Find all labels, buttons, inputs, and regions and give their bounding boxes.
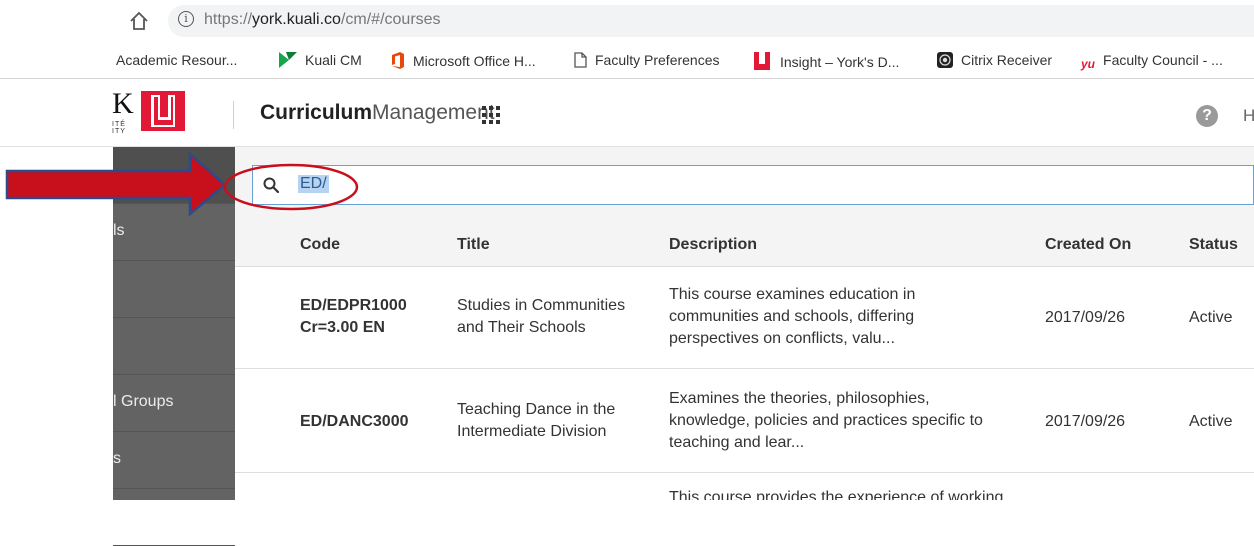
url-text[interactable]: https://york.kuali.co/cm/#/courses bbox=[204, 11, 441, 29]
bookmark-citrix[interactable]: Citrix Receiver bbox=[937, 52, 1052, 68]
bookmark-label: Academic Resour... bbox=[116, 52, 238, 68]
york-logo-small-text: ITÉ ITY bbox=[112, 121, 126, 135]
course-status: Active bbox=[1189, 309, 1233, 326]
york-logo-icon[interactable] bbox=[141, 91, 185, 131]
bookmark-label: Insight – York's D... bbox=[780, 54, 900, 70]
bookmark-label: Citrix Receiver bbox=[961, 52, 1053, 68]
table-row[interactable]: This course provides the experience of w… bbox=[235, 473, 1254, 500]
header-divider bbox=[233, 101, 234, 129]
sidebar-item-3[interactable] bbox=[113, 261, 235, 318]
column-header-title[interactable]: Title bbox=[457, 236, 490, 254]
help-label[interactable]: H bbox=[1243, 106, 1254, 126]
kuali-icon bbox=[279, 52, 297, 68]
bookmark-faculty-council[interactable]: yu Faculty Council - ... bbox=[1081, 52, 1223, 71]
sidebar-item-6[interactable]: s bbox=[113, 432, 235, 489]
course-description: Examines the theories, philosophies, know… bbox=[669, 390, 983, 451]
sidebar-item-label: l Groups bbox=[113, 393, 174, 410]
table-row[interactable]: ED/DANC3000 Teaching Dance in the Interme… bbox=[235, 369, 1254, 473]
bookmark-label: Faculty Council - ... bbox=[1103, 52, 1223, 68]
course-created-on: 2017/09/26 bbox=[1045, 309, 1126, 326]
page-icon bbox=[574, 52, 587, 68]
insight-icon bbox=[752, 52, 772, 70]
info-icon[interactable]: i bbox=[178, 11, 194, 27]
app-header: K ITÉ ITY CurriculumManagement ? H bbox=[0, 79, 1254, 147]
bookmark-faculty-preferences[interactable]: Faculty Preferences bbox=[574, 52, 720, 68]
app-title: CurriculumManagement bbox=[260, 101, 495, 124]
course-title: Studies in Communities and Their Schools bbox=[457, 297, 626, 336]
bookmark-kuali-cm[interactable]: Kuali CM bbox=[279, 52, 362, 68]
sidebar-item-groups[interactable]: l Groups bbox=[113, 375, 235, 432]
bookmark-insight[interactable]: Insight – York's D... bbox=[752, 52, 899, 70]
column-header-created-on[interactable]: Created On bbox=[1045, 236, 1131, 254]
annotation-arrow-icon bbox=[5, 151, 227, 217]
bookmark-label: Microsoft Office H... bbox=[413, 53, 536, 69]
bookmark-label: Faculty Preferences bbox=[595, 52, 720, 68]
citrix-icon bbox=[937, 52, 953, 68]
course-description: This course examines education in communi… bbox=[669, 286, 916, 347]
sidebar-item-4[interactable] bbox=[113, 318, 235, 375]
sidebar-item-label: s bbox=[113, 450, 121, 467]
course-created-on: 2017/09/26 bbox=[1045, 413, 1126, 430]
course-code: ED/EDPR1000 Cr=3.00 EN bbox=[300, 297, 407, 336]
column-header-description[interactable]: Description bbox=[669, 236, 757, 254]
table-row[interactable]: ED/EDPR1000 Cr=3.00 EN Studies in Communi… bbox=[235, 267, 1254, 369]
app-grid-icon[interactable] bbox=[482, 106, 500, 124]
course-code: ED/DANC3000 bbox=[300, 413, 409, 430]
table-header: Code Title Description Created On Status bbox=[235, 224, 1254, 267]
york-logo-letter: K bbox=[112, 87, 134, 120]
help-icon[interactable]: ? bbox=[1196, 105, 1218, 127]
yu-icon: yu bbox=[1081, 57, 1096, 71]
column-header-code[interactable]: Code bbox=[300, 236, 340, 254]
home-icon[interactable] bbox=[128, 10, 150, 32]
course-description: This course provides the experience of w… bbox=[669, 489, 1004, 500]
bookmark-microsoft-office[interactable]: Microsoft Office H... bbox=[391, 52, 536, 69]
bookmarks-bar: Academic Resour... Kuali CM Microsoft Of… bbox=[0, 44, 1254, 79]
bookmark-academic-resources[interactable]: Academic Resour... bbox=[116, 52, 237, 68]
course-title: Teaching Dance in the Intermediate Divisi… bbox=[457, 401, 616, 440]
sidebar-item-label: ls bbox=[113, 222, 125, 239]
column-header-status[interactable]: Status bbox=[1189, 236, 1238, 254]
office-icon bbox=[392, 52, 404, 69]
browser-address-bar: i https://york.kuali.co/cm/#/courses bbox=[0, 0, 1254, 44]
sidebar-item-7[interactable] bbox=[113, 489, 235, 546]
course-status: Active bbox=[1189, 413, 1233, 430]
bookmark-label: Kuali CM bbox=[305, 52, 362, 68]
annotation-circle-icon bbox=[223, 163, 359, 211]
search-input[interactable] bbox=[252, 165, 1254, 205]
